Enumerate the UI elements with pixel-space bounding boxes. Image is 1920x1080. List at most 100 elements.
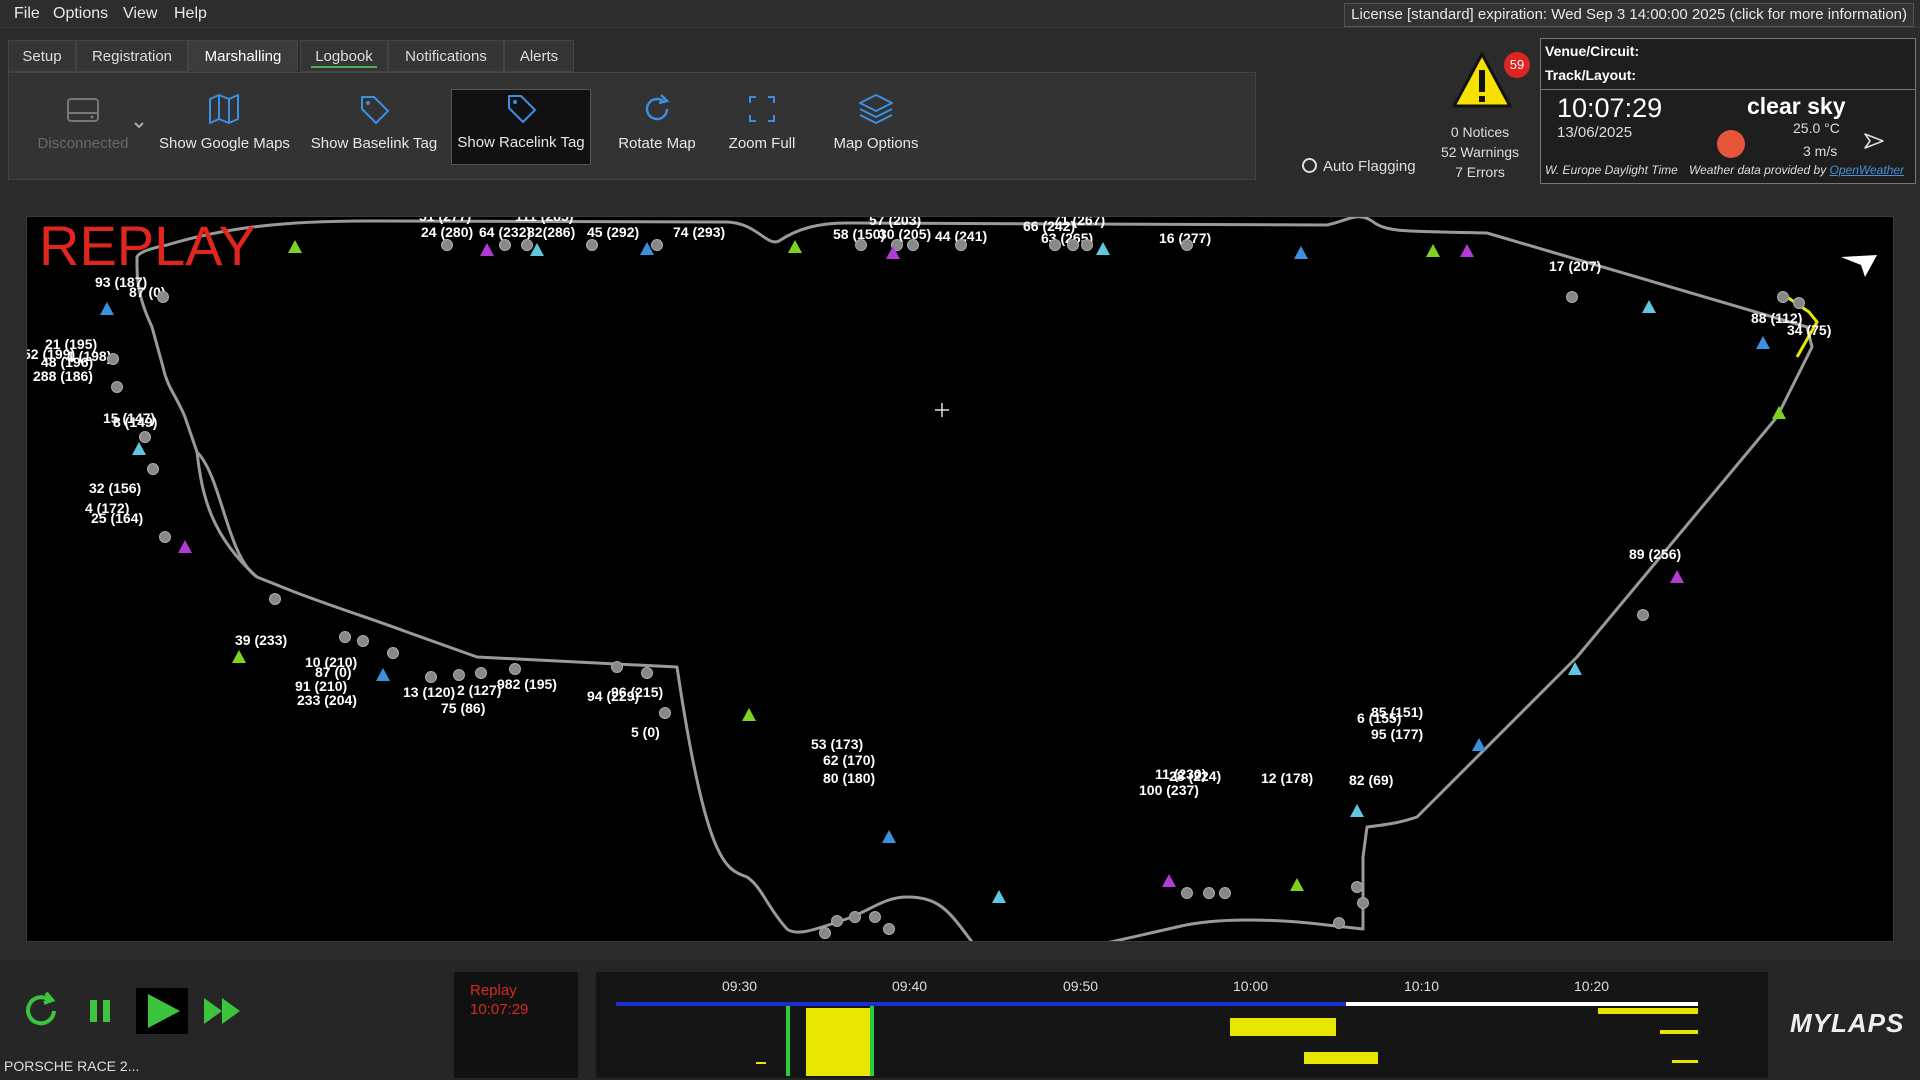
transponder-dot[interactable] bbox=[955, 239, 967, 251]
menu-view[interactable]: View bbox=[123, 0, 157, 28]
transponder-label[interactable]: 89 (256) bbox=[1629, 546, 1681, 562]
transponder-dot[interactable] bbox=[159, 531, 171, 543]
transponder-label[interactable]: 111 (285) bbox=[515, 217, 573, 224]
transponder-label[interactable]: 5 (0) bbox=[631, 724, 660, 740]
transponder-label[interactable]: 34 (75) bbox=[1787, 322, 1831, 338]
transponder-dot[interactable] bbox=[475, 667, 487, 679]
play-button[interactable] bbox=[136, 988, 188, 1034]
flag-post-marker[interactable] bbox=[992, 890, 1006, 903]
transponder-label[interactable]: 71 (267) bbox=[1053, 217, 1105, 228]
show-baselink-tag-button[interactable]: Show Baselink Tag bbox=[309, 91, 439, 163]
transponder-dot[interactable] bbox=[357, 635, 369, 647]
menu-options[interactable]: Options bbox=[53, 0, 108, 28]
transponder-dot[interactable] bbox=[1049, 239, 1061, 251]
transponder-dot[interactable] bbox=[107, 353, 119, 365]
transponder-dot[interactable] bbox=[1181, 239, 1193, 251]
transponder-label[interactable]: 13 (120) bbox=[403, 684, 455, 700]
transponder-label[interactable]: 53 (173) bbox=[811, 736, 863, 752]
flag-post-marker[interactable] bbox=[1162, 874, 1176, 887]
zoom-full-button[interactable]: Zoom Full bbox=[717, 91, 807, 163]
tab-logbook[interactable]: Logbook bbox=[300, 40, 388, 72]
flag-post-marker[interactable] bbox=[1772, 406, 1786, 419]
flag-post-marker[interactable] bbox=[1642, 300, 1656, 313]
transponder-dot[interactable] bbox=[139, 431, 151, 443]
transponder-label[interactable]: 82 (69) bbox=[1349, 772, 1393, 788]
transponder-dot[interactable] bbox=[1777, 291, 1789, 303]
transponder-label[interactable]: 95 (177) bbox=[1371, 726, 1423, 742]
flag-post-marker[interactable] bbox=[1294, 246, 1308, 259]
chevron-down-icon[interactable] bbox=[133, 121, 145, 129]
transponder-dot[interactable] bbox=[425, 671, 437, 683]
track-map[interactable]: 51 (277) 111 (285) 24 (280) 64 (232)82(286)… bbox=[26, 216, 1894, 942]
transponder-dot[interactable] bbox=[1203, 887, 1215, 899]
transponder-dot[interactable] bbox=[1081, 239, 1093, 251]
transponder-label[interactable]: 30 (205) bbox=[879, 226, 931, 242]
transponder-label[interactable]: 12 (178) bbox=[1261, 770, 1313, 786]
tab-marshalling[interactable]: Marshalling bbox=[188, 40, 298, 72]
transponder-dot[interactable] bbox=[849, 911, 861, 923]
pause-icon[interactable] bbox=[86, 990, 116, 1032]
transponder-label[interactable]: 6 (155) bbox=[1357, 710, 1401, 726]
transponder-dot[interactable] bbox=[1637, 609, 1649, 621]
flag-post-marker[interactable] bbox=[788, 240, 802, 253]
transponder-dot[interactable] bbox=[659, 707, 671, 719]
flag-post-marker[interactable] bbox=[232, 650, 246, 663]
transponder-label[interactable]: 45 (292) bbox=[587, 224, 639, 240]
north-arrow-icon[interactable] bbox=[1839, 253, 1879, 281]
flag-post-marker[interactable] bbox=[882, 830, 896, 843]
license-info[interactable]: License [standard] expiration: Wed Sep 3… bbox=[1344, 3, 1914, 27]
transponder-dot[interactable] bbox=[521, 239, 533, 251]
flag-post-marker[interactable] bbox=[100, 302, 114, 315]
transponder-dot[interactable] bbox=[453, 669, 465, 681]
transponder-dot[interactable] bbox=[1181, 887, 1193, 899]
transponder-label[interactable]: 32 (156) bbox=[89, 480, 141, 496]
transponder-dot[interactable] bbox=[147, 463, 159, 475]
transponder-dot[interactable] bbox=[651, 239, 663, 251]
transponder-dot[interactable] bbox=[586, 239, 598, 251]
flag-post-marker[interactable] bbox=[1096, 242, 1110, 255]
transponder-label[interactable]: 982 (195) bbox=[497, 676, 557, 692]
auto-flagging-radio[interactable]: Auto Flagging bbox=[1302, 158, 1416, 175]
menu-file[interactable]: File bbox=[14, 0, 40, 28]
transponder-label[interactable]: 64 (232) bbox=[479, 224, 531, 240]
transponder-dot[interactable] bbox=[1566, 291, 1578, 303]
tab-setup[interactable]: Setup bbox=[8, 40, 76, 72]
transponder-dot[interactable] bbox=[1351, 881, 1363, 893]
flag-post-marker[interactable] bbox=[1756, 336, 1770, 349]
alerts-panel[interactable]: 59 0 Notices 52 Warnings 7 Errors bbox=[1420, 46, 1540, 186]
flag-post-marker[interactable] bbox=[1670, 570, 1684, 583]
openweather-link[interactable]: OpenWeather bbox=[1830, 163, 1905, 177]
flag-post-marker[interactable] bbox=[742, 708, 756, 721]
transponder-label[interactable]: 75 (86) bbox=[441, 700, 485, 716]
transponder-dot[interactable] bbox=[269, 593, 281, 605]
transponder-label[interactable]: 96 (215) bbox=[611, 684, 663, 700]
menu-help[interactable]: Help bbox=[174, 0, 207, 28]
transponder-dot[interactable] bbox=[641, 667, 653, 679]
transponder-label[interactable]: 100 (237) bbox=[1139, 782, 1199, 798]
transponder-dot[interactable] bbox=[611, 661, 623, 673]
transponder-label[interactable]: 8 (149) bbox=[113, 414, 157, 430]
transponder-dot[interactable] bbox=[509, 663, 521, 675]
transponder-dot[interactable] bbox=[1333, 917, 1345, 929]
transponder-dot[interactable] bbox=[157, 291, 169, 303]
connection-button[interactable]: Disconnected bbox=[23, 91, 143, 163]
transponder-dot[interactable] bbox=[907, 239, 919, 251]
flag-post-marker[interactable] bbox=[1472, 738, 1486, 751]
transponder-label[interactable]: 2 (127) bbox=[457, 682, 501, 698]
show-google-maps-button[interactable]: Show Google Maps bbox=[159, 91, 290, 163]
transponder-label[interactable]: 62 (170) bbox=[823, 752, 875, 768]
transponder-label[interactable]: 4 (172) bbox=[85, 500, 129, 516]
flag-post-marker[interactable] bbox=[1290, 878, 1304, 891]
transponder-dot[interactable] bbox=[883, 923, 895, 935]
transponder-dot[interactable] bbox=[855, 239, 867, 251]
transponder-label[interactable]: 24 (280) bbox=[421, 224, 473, 240]
timeline[interactable]: 09:30 09:40 09:50 10:00 10:10 10:20 bbox=[596, 972, 1768, 1078]
flag-post-marker[interactable] bbox=[1426, 244, 1440, 257]
transponder-dot[interactable] bbox=[1219, 887, 1231, 899]
show-racelink-tag-button[interactable]: Show Racelink Tag bbox=[451, 89, 591, 165]
tab-alerts[interactable]: Alerts bbox=[504, 40, 574, 72]
transponder-dot[interactable] bbox=[387, 647, 399, 659]
tab-notifications[interactable]: Notifications bbox=[388, 40, 504, 72]
map-options-button[interactable]: Map Options bbox=[821, 91, 931, 163]
transponder-dot[interactable] bbox=[819, 927, 831, 939]
